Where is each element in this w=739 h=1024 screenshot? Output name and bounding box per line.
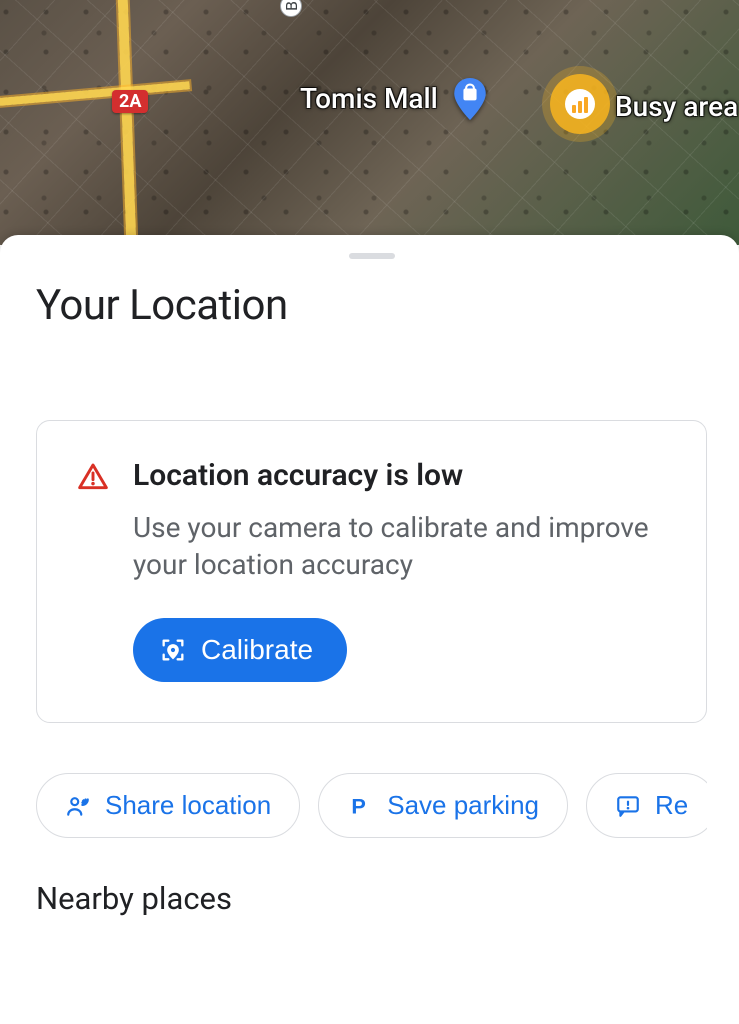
- poi-label-mall[interactable]: Tomis Mall: [300, 82, 438, 115]
- report-label: Re: [655, 790, 688, 821]
- sheet-drag-handle[interactable]: [349, 253, 395, 259]
- warning-triangle-icon: [77, 461, 109, 497]
- shopping-pin-icon[interactable]: [454, 78, 486, 120]
- report-chip[interactable]: Re: [586, 773, 707, 838]
- parking-icon: P: [347, 793, 373, 819]
- share-location-label: Share location: [105, 790, 271, 821]
- map-satellite-view[interactable]: 2A B Tomis Mall Busy area: [0, 0, 739, 245]
- major-road: [117, 0, 136, 245]
- major-road: [0, 81, 190, 106]
- busy-area-label[interactable]: Busy area: [615, 90, 738, 123]
- street-letter-marker: B: [280, 0, 302, 17]
- save-parking-label: Save parking: [387, 790, 539, 821]
- share-person-icon: [65, 793, 91, 819]
- action-chips-row[interactable]: Share location P Save parking Re: [36, 773, 707, 842]
- route-shield-badge: 2A: [112, 90, 148, 113]
- accuracy-warning-card: Location accuracy is low Use your camera…: [36, 420, 707, 723]
- calibrate-button[interactable]: Calibrate: [133, 618, 347, 682]
- calibrate-location-icon: [159, 636, 187, 664]
- share-location-chip[interactable]: Share location: [36, 773, 300, 838]
- sheet-title: Your Location: [36, 281, 707, 330]
- location-bottom-sheet[interactable]: Your Location Location accuracy is low U…: [0, 235, 739, 1024]
- calibrate-button-label: Calibrate: [201, 634, 313, 666]
- accuracy-card-body: Use your camera to calibrate and improve…: [133, 509, 666, 585]
- save-parking-chip[interactable]: P Save parking: [318, 773, 568, 838]
- report-feedback-icon: [615, 793, 641, 819]
- svg-text:P: P: [352, 793, 366, 818]
- nearby-places-heading: Nearby places: [36, 880, 707, 917]
- busy-area-icon[interactable]: [550, 74, 610, 134]
- accuracy-card-title: Location accuracy is low: [133, 457, 666, 495]
